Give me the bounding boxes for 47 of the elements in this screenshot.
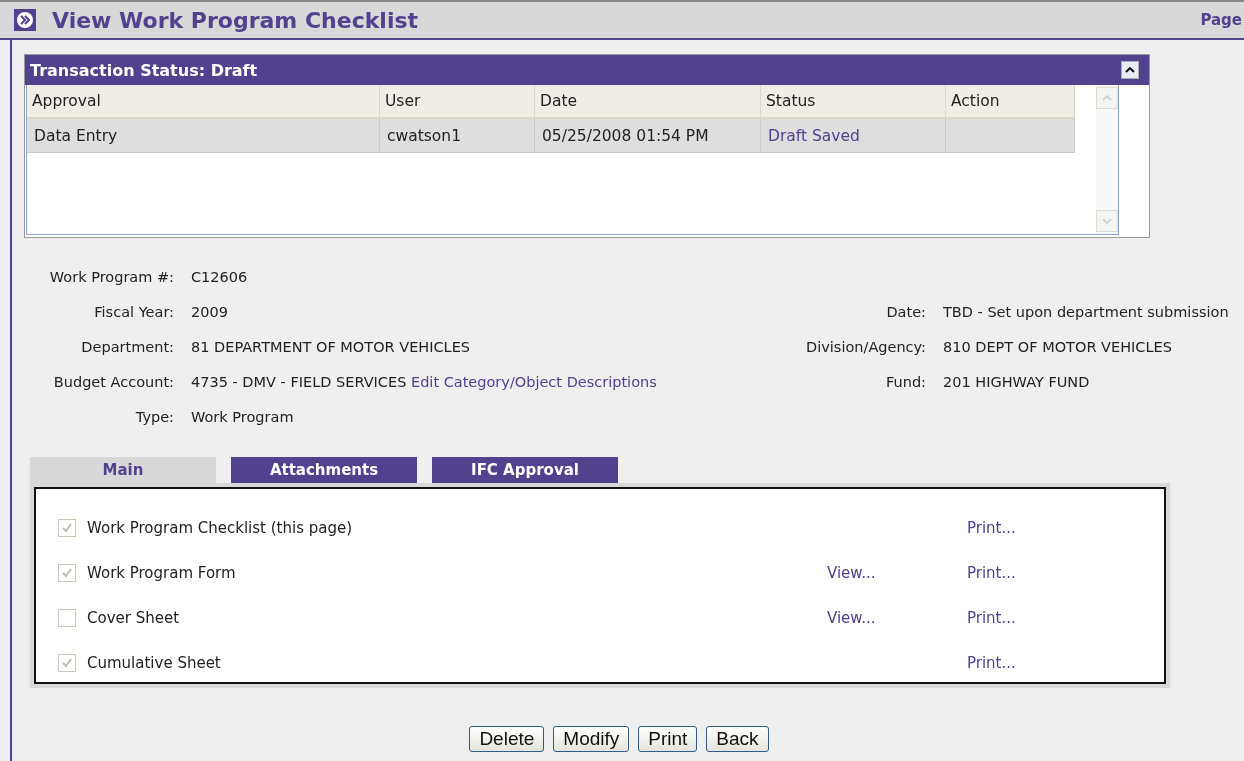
field-value: 810 DEPT OF MOTOR VEHICLES: [943, 338, 1173, 357]
checklist-label: Work Program Form: [87, 563, 237, 582]
field-label: Fiscal Year:: [93, 303, 174, 322]
action-button[interactable]: Delete: [469, 726, 545, 752]
field-label: Department:: [80, 338, 174, 357]
caret-up-icon: [1102, 95, 1112, 101]
column-header: Action: [945, 85, 1075, 118]
page-link[interactable]: Page: [1200, 11, 1242, 29]
column-header: User: [379, 85, 535, 118]
field-label: Type:: [134, 408, 174, 427]
scrollbar[interactable]: [1096, 85, 1118, 234]
status-link[interactable]: Draft Saved: [760, 118, 946, 153]
field-label: Budget Account:: [52, 373, 174, 392]
collapse-icon[interactable]: [1121, 61, 1139, 79]
table-cell: Data Entry: [27, 118, 380, 153]
table-cell: 05/25/2008 01:54 PM: [534, 118, 761, 153]
tab[interactable]: IFC Approval: [432, 457, 618, 483]
field-value: Work Program: [191, 409, 294, 425]
field-value: 4735 - DMV - FIELD SERVICES: [191, 374, 407, 390]
tab[interactable]: Attachments: [231, 457, 417, 483]
checklist-label: Work Program Checklist (this page): [87, 518, 354, 537]
action-button[interactable]: Print: [638, 726, 698, 752]
field-value: TBD - Set upon department submission: [943, 303, 1230, 322]
column-header: Date: [534, 85, 761, 118]
field-value: 201 HIGHWAY FUND: [943, 373, 1091, 392]
action-button[interactable]: Back: [706, 726, 769, 752]
field-label: Division/Agency:: [805, 338, 926, 357]
checklist-label: Cumulative Sheet: [87, 653, 222, 672]
table-cell: cwatson1: [379, 118, 535, 153]
scroll-up-button[interactable]: [1096, 87, 1118, 109]
column-header: Approval: [27, 85, 380, 118]
panel-title: Transaction Status: Draft: [30, 60, 258, 80]
checklist-label: Cover Sheet: [87, 608, 181, 627]
page-title: View Work Program Checklist: [52, 7, 419, 33]
tab[interactable]: Main: [30, 457, 216, 483]
action-button[interactable]: Modify: [553, 726, 630, 752]
edit-link[interactable]: Edit Category/Object Descriptions: [411, 374, 657, 390]
field-label: Fund:: [884, 373, 926, 392]
scroll-down-button[interactable]: [1096, 210, 1118, 232]
field-value: 81 DEPARTMENT OF MOTOR VEHICLES: [191, 339, 471, 355]
caret-down-icon: [1102, 218, 1112, 224]
field-label: Work Program #:: [48, 268, 174, 287]
field-value: 2009: [191, 304, 228, 320]
field-label: Date:: [885, 303, 926, 322]
field-value: C12606: [191, 269, 248, 285]
expand-icon[interactable]: [14, 9, 36, 31]
column-header: Status: [760, 85, 946, 118]
